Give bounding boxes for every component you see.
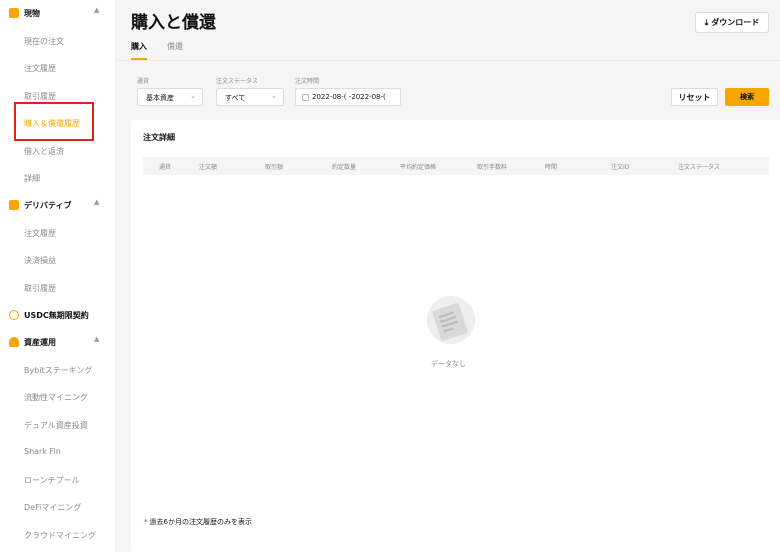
chevron-up-icon: ▲	[94, 335, 100, 343]
download-label: ダウンロード	[711, 18, 760, 27]
sidebar-item-closed-pnl[interactable]: 決済損益	[0, 249, 116, 271]
sidebar-item-borrow-repay[interactable]: 借入と返済	[0, 140, 116, 162]
column-header: 注文ID	[611, 164, 630, 171]
order-details-panel: 注文詳細 通貨 注文額 取引額 約定数量 平均約定価格 取引手数料 時間 注文I…	[131, 120, 780, 552]
tab-purchase[interactable]: 購入	[131, 41, 147, 52]
divider	[116, 60, 780, 61]
sidebar-item-deriv-trade-history[interactable]: 取引履歴	[0, 277, 116, 299]
sidebar-group-usdc[interactable]: USDC無期限契約	[0, 304, 116, 326]
coin-filter-label: 通貨	[137, 78, 150, 85]
coin-select-value: 基本資産	[146, 94, 174, 102]
usdc-icon	[9, 310, 19, 320]
table-header: 通貨 注文額 取引額 約定数量 平均約定価格 取引手数料 時間 注文ID 注文ス…	[143, 157, 769, 175]
sidebar-item-launchpool[interactable]: ローンチプール	[0, 469, 116, 491]
sidebar: 現物 ▲ 現在の注文 注文履歴 取引履歴 購入＆償還履歴 借入と返済 詳細 デリ…	[0, 0, 116, 552]
column-header: 取引手数料	[477, 164, 508, 171]
page-title: 購入と償還	[131, 13, 216, 33]
footnote-text: 過去6か月の注文履歴のみを表示	[149, 518, 252, 526]
sidebar-item-shark-fin[interactable]: Shark Fin	[0, 441, 116, 463]
sidebar-group-label: デリバティブ	[24, 200, 72, 210]
sidebar-item-details[interactable]: 詳細	[0, 167, 116, 189]
required-star: *	[144, 518, 148, 526]
panel-title: 注文詳細	[143, 133, 175, 142]
sidebar-group-earn[interactable]: 資産運用 ▲	[0, 331, 116, 353]
column-header: 平均約定価格	[400, 164, 437, 171]
sidebar-group-label: USDC無期限契約	[24, 310, 89, 320]
chevron-up-icon: ▲	[94, 198, 100, 206]
status-select-value: すべて	[225, 94, 246, 102]
date-range-value: 2022-08-( -2022-08-(	[312, 93, 386, 101]
date-range-input[interactable]: 2022-08-( -2022-08-(	[295, 88, 401, 106]
date-filter-label: 注文時間	[295, 78, 320, 85]
footnote: * 過去6か月の注文履歴のみを表示	[144, 517, 252, 527]
tab-redemption[interactable]: 償還	[167, 41, 183, 52]
download-button[interactable]: ⤓ ダウンロード	[695, 12, 769, 33]
chevron-down-icon: ⌄	[271, 92, 277, 100]
column-header: 注文額	[199, 164, 218, 171]
earn-icon	[9, 337, 19, 347]
empty-state-text: データなし	[431, 360, 466, 368]
status-filter-label: 注文ステータス	[216, 78, 259, 85]
download-icon: ⤓	[704, 17, 709, 27]
sidebar-group-spot[interactable]: 現物 ▲	[0, 2, 116, 24]
sidebar-group-label: 現物	[24, 8, 40, 18]
column-header: 通貨	[159, 164, 172, 171]
reset-button[interactable]: リセット	[671, 88, 718, 106]
sidebar-item-dual-asset[interactable]: デュアル資産投資	[0, 414, 116, 436]
sidebar-item-staking[interactable]: Bybitステーキング	[0, 359, 116, 381]
chevron-down-icon: ⌄	[190, 92, 196, 100]
empty-document-icon	[427, 296, 475, 344]
sidebar-group-derivatives[interactable]: デリバティブ ▲	[0, 194, 116, 216]
sidebar-item-deriv-order-history[interactable]: 注文履歴	[0, 222, 116, 244]
status-select[interactable]: すべて ⌄	[216, 88, 284, 106]
column-header: 時間	[545, 164, 558, 171]
column-header: 注文ステータス	[678, 164, 721, 171]
column-header: 約定数量	[332, 164, 357, 171]
chevron-up-icon: ▲	[94, 6, 100, 14]
highlight-box	[14, 102, 94, 141]
calendar-icon	[302, 94, 309, 101]
sidebar-item-order-history[interactable]: 注文履歴	[0, 57, 116, 79]
search-button[interactable]: 検索	[725, 88, 769, 106]
sidebar-item-liquidity-mining[interactable]: 流動性マイニング	[0, 386, 116, 408]
sidebar-item-defi-mining[interactable]: DeFiマイニング	[0, 496, 116, 518]
derivatives-icon	[9, 200, 19, 210]
spot-icon	[9, 8, 19, 18]
coin-select[interactable]: 基本資産 ⌄	[137, 88, 203, 106]
sidebar-item-cloud-mining[interactable]: クラウドマイニング	[0, 524, 116, 546]
column-header: 取引額	[265, 164, 284, 171]
sidebar-item-open-orders[interactable]: 現在の注文	[0, 30, 116, 52]
sidebar-group-label: 資産運用	[24, 337, 56, 347]
